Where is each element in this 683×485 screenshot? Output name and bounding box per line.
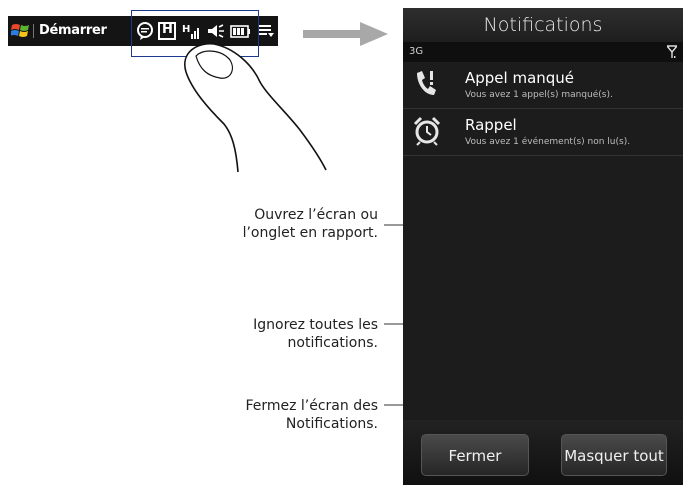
status-row: 3G	[403, 42, 683, 62]
transition-arrow	[303, 22, 388, 46]
notification-title: Rappel	[465, 116, 517, 134]
callout-open-line-2: l’onglet en rapport.	[242, 225, 378, 241]
notification-subtitle: Vous avez 1 événement(s) non lu(s).	[465, 137, 631, 147]
callout-close-line-2: Notifications.	[285, 416, 378, 432]
callout-ignore-line-2: notifications.	[287, 335, 378, 351]
notifications-screen: Notifications 3G Appel manqué Vous avez …	[403, 8, 683, 485]
notification-reminder[interactable]: Rappel Vous avez 1 événement(s) non lu(s…	[403, 109, 683, 156]
dismiss-all-button[interactable]: Masquer tout	[561, 434, 667, 476]
callout-open: Ouvrez l’écran ou l’onglet en rapport.	[243, 206, 378, 242]
missed-call-icon	[417, 71, 436, 95]
screen-header: Notifications	[403, 8, 683, 43]
bottom-button-bar: Fermer Masquer tout	[403, 420, 683, 485]
network-type: 3G	[409, 46, 424, 57]
screen-title: Notifications	[483, 14, 603, 36]
callout-open-line-1: Ouvrez l’écran ou	[254, 207, 378, 223]
alarm-clock-icon	[413, 116, 441, 146]
callout-ignore-line-1: Ignorez toutes les	[253, 317, 378, 333]
notification-title: Appel manqué	[465, 69, 575, 87]
notification-subtitle: Vous avez 1 appel(s) manqué(s).	[465, 90, 613, 100]
close-button[interactable]: Fermer	[421, 434, 529, 476]
callout-close: Fermez l’écran des Notifications.	[245, 397, 378, 433]
notification-missed-call[interactable]: Appel manqué Vous avez 1 appel(s) manqué…	[403, 62, 683, 109]
callout-close-line-1: Fermez l’écran des	[245, 398, 378, 414]
callout-ignore: Ignorez toutes les notifications.	[253, 316, 378, 352]
antenna-icon	[667, 45, 677, 58]
